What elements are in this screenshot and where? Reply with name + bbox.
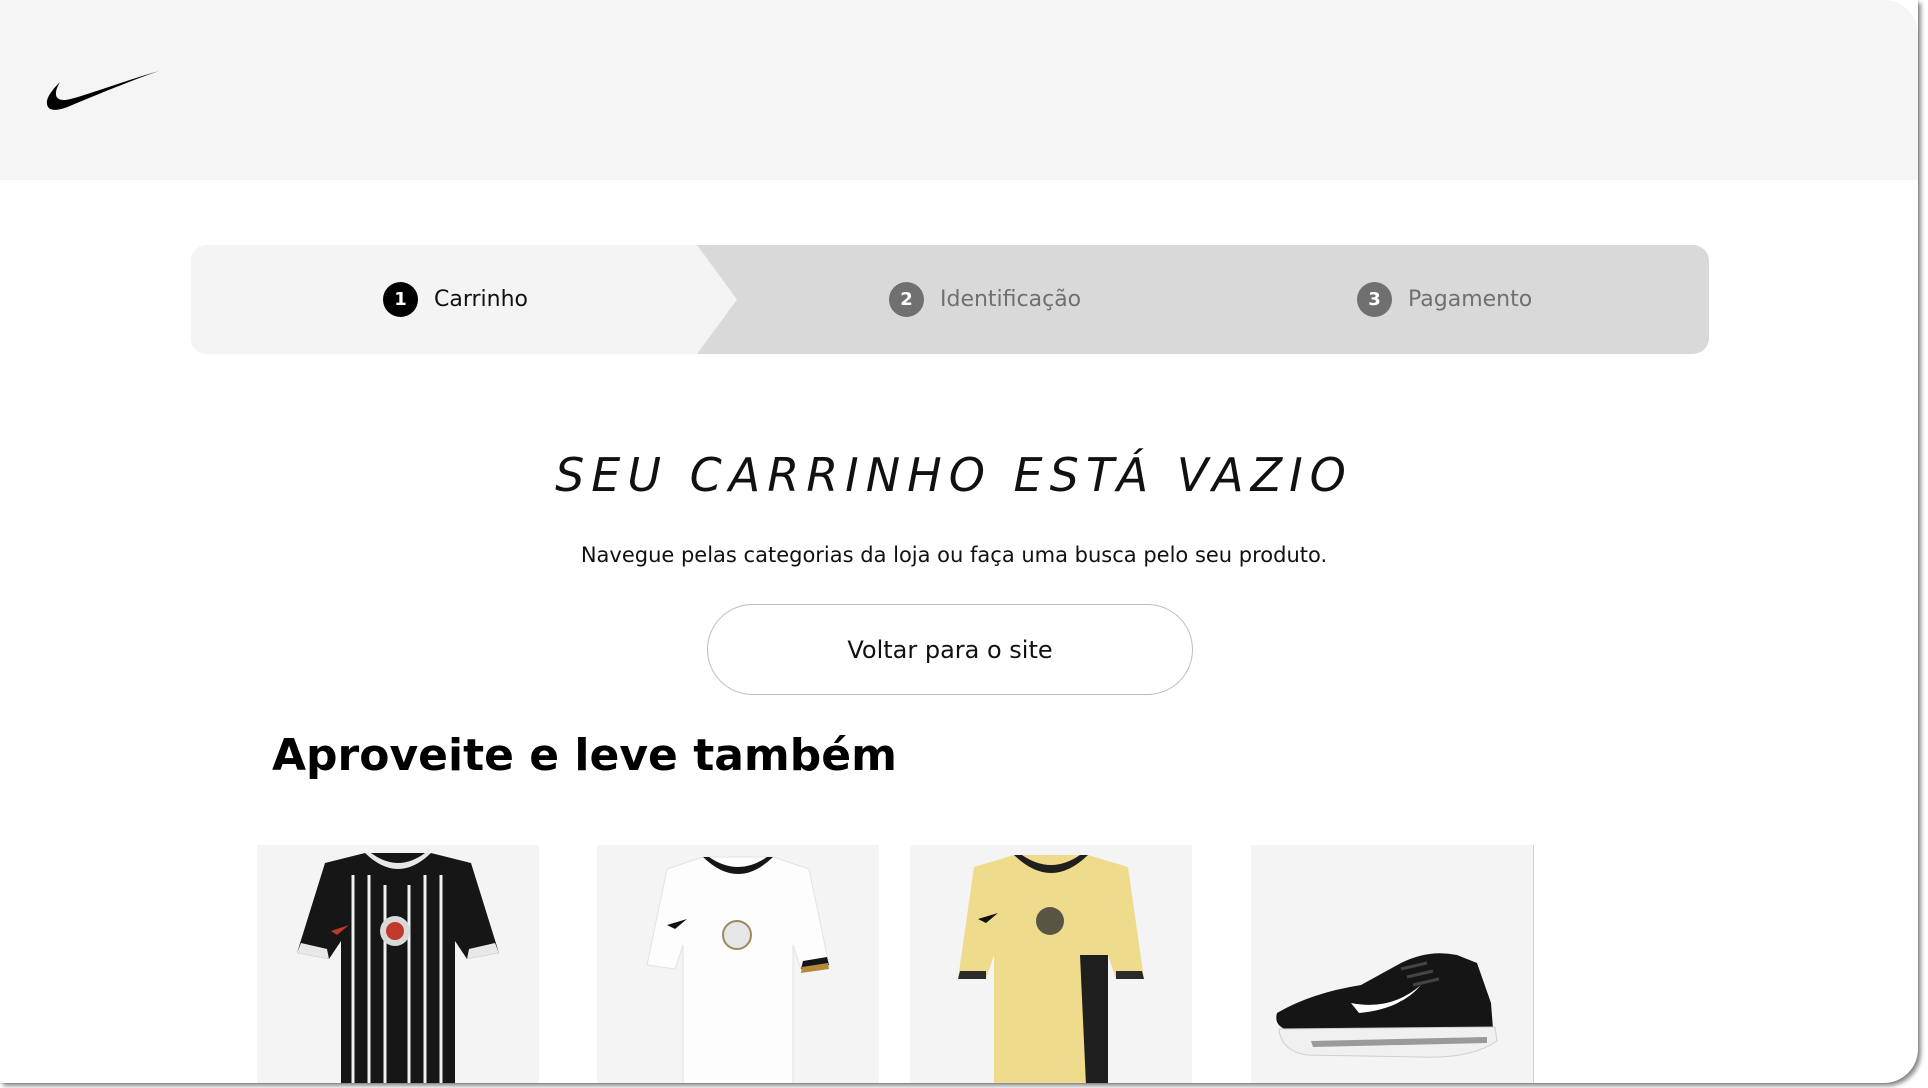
step-carrinho[interactable]: 1 Carrinho — [383, 245, 528, 354]
step-label: Carrinho — [434, 287, 529, 312]
back-to-site-button[interactable]: Voltar para o site — [707, 604, 1193, 695]
empty-cart-subtitle: Navegue pelas categorias da loja ou faça… — [580, 543, 1328, 567]
step-number: 2 — [889, 282, 924, 317]
checkout-stepper: 1 Carrinho 2 Identificação 3 Pagamento — [191, 245, 1709, 354]
yellow-jersey-image — [958, 855, 1144, 1083]
step-number: 3 — [1357, 282, 1392, 317]
black-striped-jersey-image — [297, 853, 499, 1083]
step-identificacao[interactable]: 2 Identificação — [889, 245, 1081, 354]
product-card[interactable] — [1251, 845, 1533, 1083]
nike-swoosh-icon[interactable] — [46, 70, 160, 112]
white-jersey-image — [646, 856, 830, 1083]
site-header — [0, 0, 1918, 180]
black-running-shoe-image — [1276, 953, 1498, 1058]
browser-window: 1 Carrinho 2 Identificação 3 Pagamento S… — [0, 0, 1918, 1083]
recommendations-title: Aproveite e leve também — [272, 730, 897, 781]
product-card[interactable] — [597, 845, 879, 1083]
product-card[interactable] — [257, 845, 539, 1083]
step-label: Identificação — [940, 287, 1082, 312]
empty-cart-title: SEU CARRINHO ESTÁ VAZIO — [555, 448, 1353, 502]
step-number: 1 — [383, 282, 418, 317]
step-label: Pagamento — [1408, 287, 1533, 312]
step-pagamento[interactable]: 3 Pagamento — [1357, 245, 1532, 354]
product-card[interactable] — [910, 845, 1192, 1083]
